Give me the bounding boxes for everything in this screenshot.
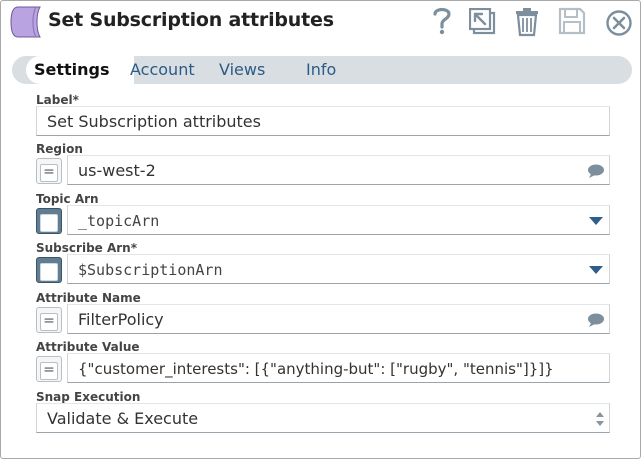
topic-arn-expression-toggle[interactable]: = — [36, 208, 62, 234]
attribute-value-input-value: {"customer_interests": [{"anything-but":… — [78, 360, 554, 378]
label-field-label: Label* — [36, 93, 79, 107]
tab-account[interactable]: Account — [130, 56, 195, 84]
chevron-down-icon[interactable] — [589, 266, 603, 274]
subscribe-arn-input[interactable]: $SubscriptionArn — [67, 254, 610, 284]
help-icon[interactable] — [429, 5, 455, 37]
expression-symbol: = — [40, 263, 58, 281]
expression-symbol: = — [40, 362, 58, 380]
subscribe-arn-field-label: Subscribe Arn* — [36, 241, 137, 255]
attribute-name-input-value: FilterPolicy — [78, 310, 164, 329]
region-input[interactable]: us-west-2 — [67, 155, 610, 185]
attribute-value-input[interactable]: {"customer_interests": [{"anything-but":… — [67, 353, 610, 383]
export-icon[interactable] — [469, 8, 497, 36]
save-icon[interactable] — [558, 7, 586, 35]
attribute-name-input[interactable]: FilterPolicy — [67, 304, 610, 334]
region-input-value: us-west-2 — [78, 161, 156, 180]
close-icon[interactable] — [605, 9, 633, 37]
snap-execution-field-label: Snap Execution — [36, 390, 141, 404]
topic-arn-input-value: _topicArn — [78, 212, 160, 230]
subscribe-arn-input-value: $SubscriptionArn — [78, 261, 223, 279]
tab-bar: Settings Account Views Info — [12, 56, 632, 84]
attribute-name-field-label: Attribute Name — [36, 291, 141, 305]
snap-execution-select[interactable]: Validate & Execute — [36, 403, 610, 433]
topic-arn-input[interactable]: _topicArn — [67, 205, 610, 235]
expression-symbol: = — [40, 313, 58, 331]
tab-settings[interactable]: Settings — [26, 56, 134, 84]
attribute-name-expression-toggle[interactable]: = — [36, 307, 62, 333]
label-input-value: Set Subscription attributes — [47, 112, 261, 131]
dialog-title: Set Subscription attributes — [48, 9, 334, 31]
attribute-value-expression-toggle[interactable]: = — [36, 356, 62, 382]
snap-execution-select-value: Validate & Execute — [47, 409, 199, 428]
attribute-value-field-label: Attribute Value — [36, 340, 140, 354]
suggest-bubble-icon[interactable] — [587, 313, 605, 327]
suggest-bubble-icon[interactable] — [587, 164, 605, 178]
trash-icon[interactable] — [514, 7, 540, 37]
updown-arrows-icon — [596, 412, 604, 426]
dialog-header: Set Subscription attributes — [1, 1, 640, 45]
topic-arn-field-label: Topic Arn — [36, 192, 99, 206]
snap-settings-dialog: Set Subscription attributes Settings Acc… — [0, 0, 641, 459]
tab-info[interactable]: Info — [306, 56, 336, 84]
chevron-down-icon[interactable] — [589, 217, 603, 225]
subscribe-arn-expression-toggle[interactable]: = — [36, 257, 62, 283]
label-input[interactable]: Set Subscription attributes — [36, 106, 610, 136]
expression-symbol: = — [40, 214, 58, 232]
tab-views[interactable]: Views — [219, 56, 265, 84]
region-field-label: Region — [36, 142, 83, 156]
snap-type-icon — [10, 6, 41, 38]
expression-symbol: = — [40, 164, 58, 182]
region-expression-toggle[interactable]: = — [36, 158, 62, 184]
